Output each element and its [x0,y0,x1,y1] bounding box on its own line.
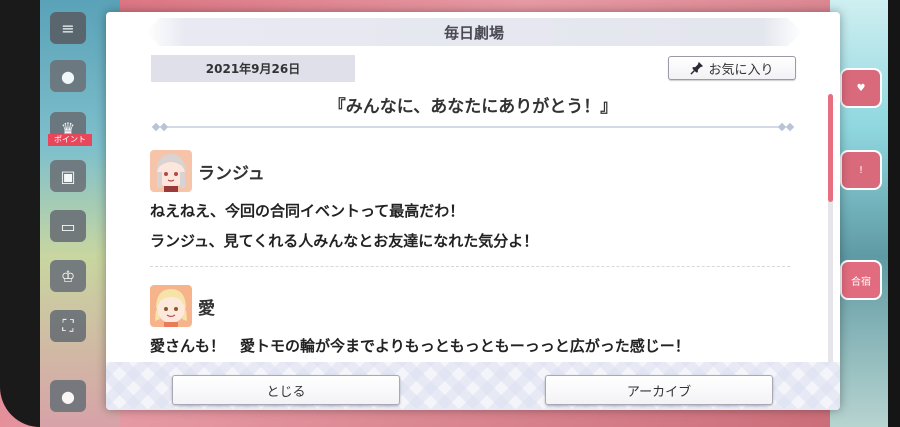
archive-button[interactable]: アーカイブ [545,375,773,405]
daily-theater-dialog: 毎日劇場 2021年9月26日 お気に入り 『みんなに、あなたにありがとう！』 [106,12,840,410]
pin-icon [690,61,704,75]
fullscreen-icon[interactable]: ⛶ [50,310,86,342]
crown-icon[interactable]: ♔ [50,260,86,292]
speaker-name: ランジュ [198,163,265,184]
point-badge: ポイント [48,134,92,146]
badge-icon[interactable]: ! [840,150,882,190]
story-scroll-area[interactable]: ランジュ ねえねえ、今回の合同イベントって最高だわ！ ランジュ、見てくれる人みん… [150,142,790,360]
close-label: とじる [266,384,306,400]
dialog-title-bar: 毎日劇場 [146,18,802,46]
scrollbar-thumb[interactable] [828,94,833,202]
training-camp-label: 合宿 [851,276,871,288]
profile-icon[interactable]: ● [50,380,86,412]
close-button[interactable]: とじる [172,375,400,405]
speaker-row: 愛 [150,283,790,329]
speech-line: ランジュ、見てくれる人みんなとお友達になれた気分よ！ [150,232,539,250]
speaker-row: ランジュ [150,148,790,194]
training-camp-button[interactable]: 合宿 [840,260,882,300]
speech-block: ランジュ ねえねえ、今回の合同イベントって最高だわ！ ランジュ、見てくれる人みん… [150,148,790,267]
speech-line: 愛さんも！ 愛トモの輪が今までよりもっともっともーっっと広がった感じー！ [150,337,690,355]
speech-line: ねえねえ、今回の合同イベントって最高だわ！ [150,202,465,220]
heart-icon[interactable]: ♥ [840,68,882,108]
date-label: 2021年9月26日 [151,55,355,82]
speech-block: 愛 愛さんも！ 愛トモの輪が今までよりもっともっともーっっと広がった感じー！ [150,283,790,360]
archive-label: アーカイブ [626,384,692,400]
menu-icon[interactable]: ≡ [50,12,86,44]
favorite-label: お気に入り [708,62,774,78]
speaker-name: 愛 [198,298,215,319]
dialog-title: 毎日劇場 [443,23,504,42]
episode-title: 『みんなに、あなたにありがとう！』 [328,97,618,117]
chat-icon[interactable]: ● [50,60,86,92]
ai-avatar [150,285,192,327]
lanzhu-avatar [150,150,192,192]
title-divider [152,122,794,132]
message-icon[interactable]: ▭ [50,210,86,242]
favorite-button[interactable]: お気に入り [668,56,796,80]
device-right-edge [888,0,900,427]
gift-icon[interactable]: ▣ [50,160,86,192]
